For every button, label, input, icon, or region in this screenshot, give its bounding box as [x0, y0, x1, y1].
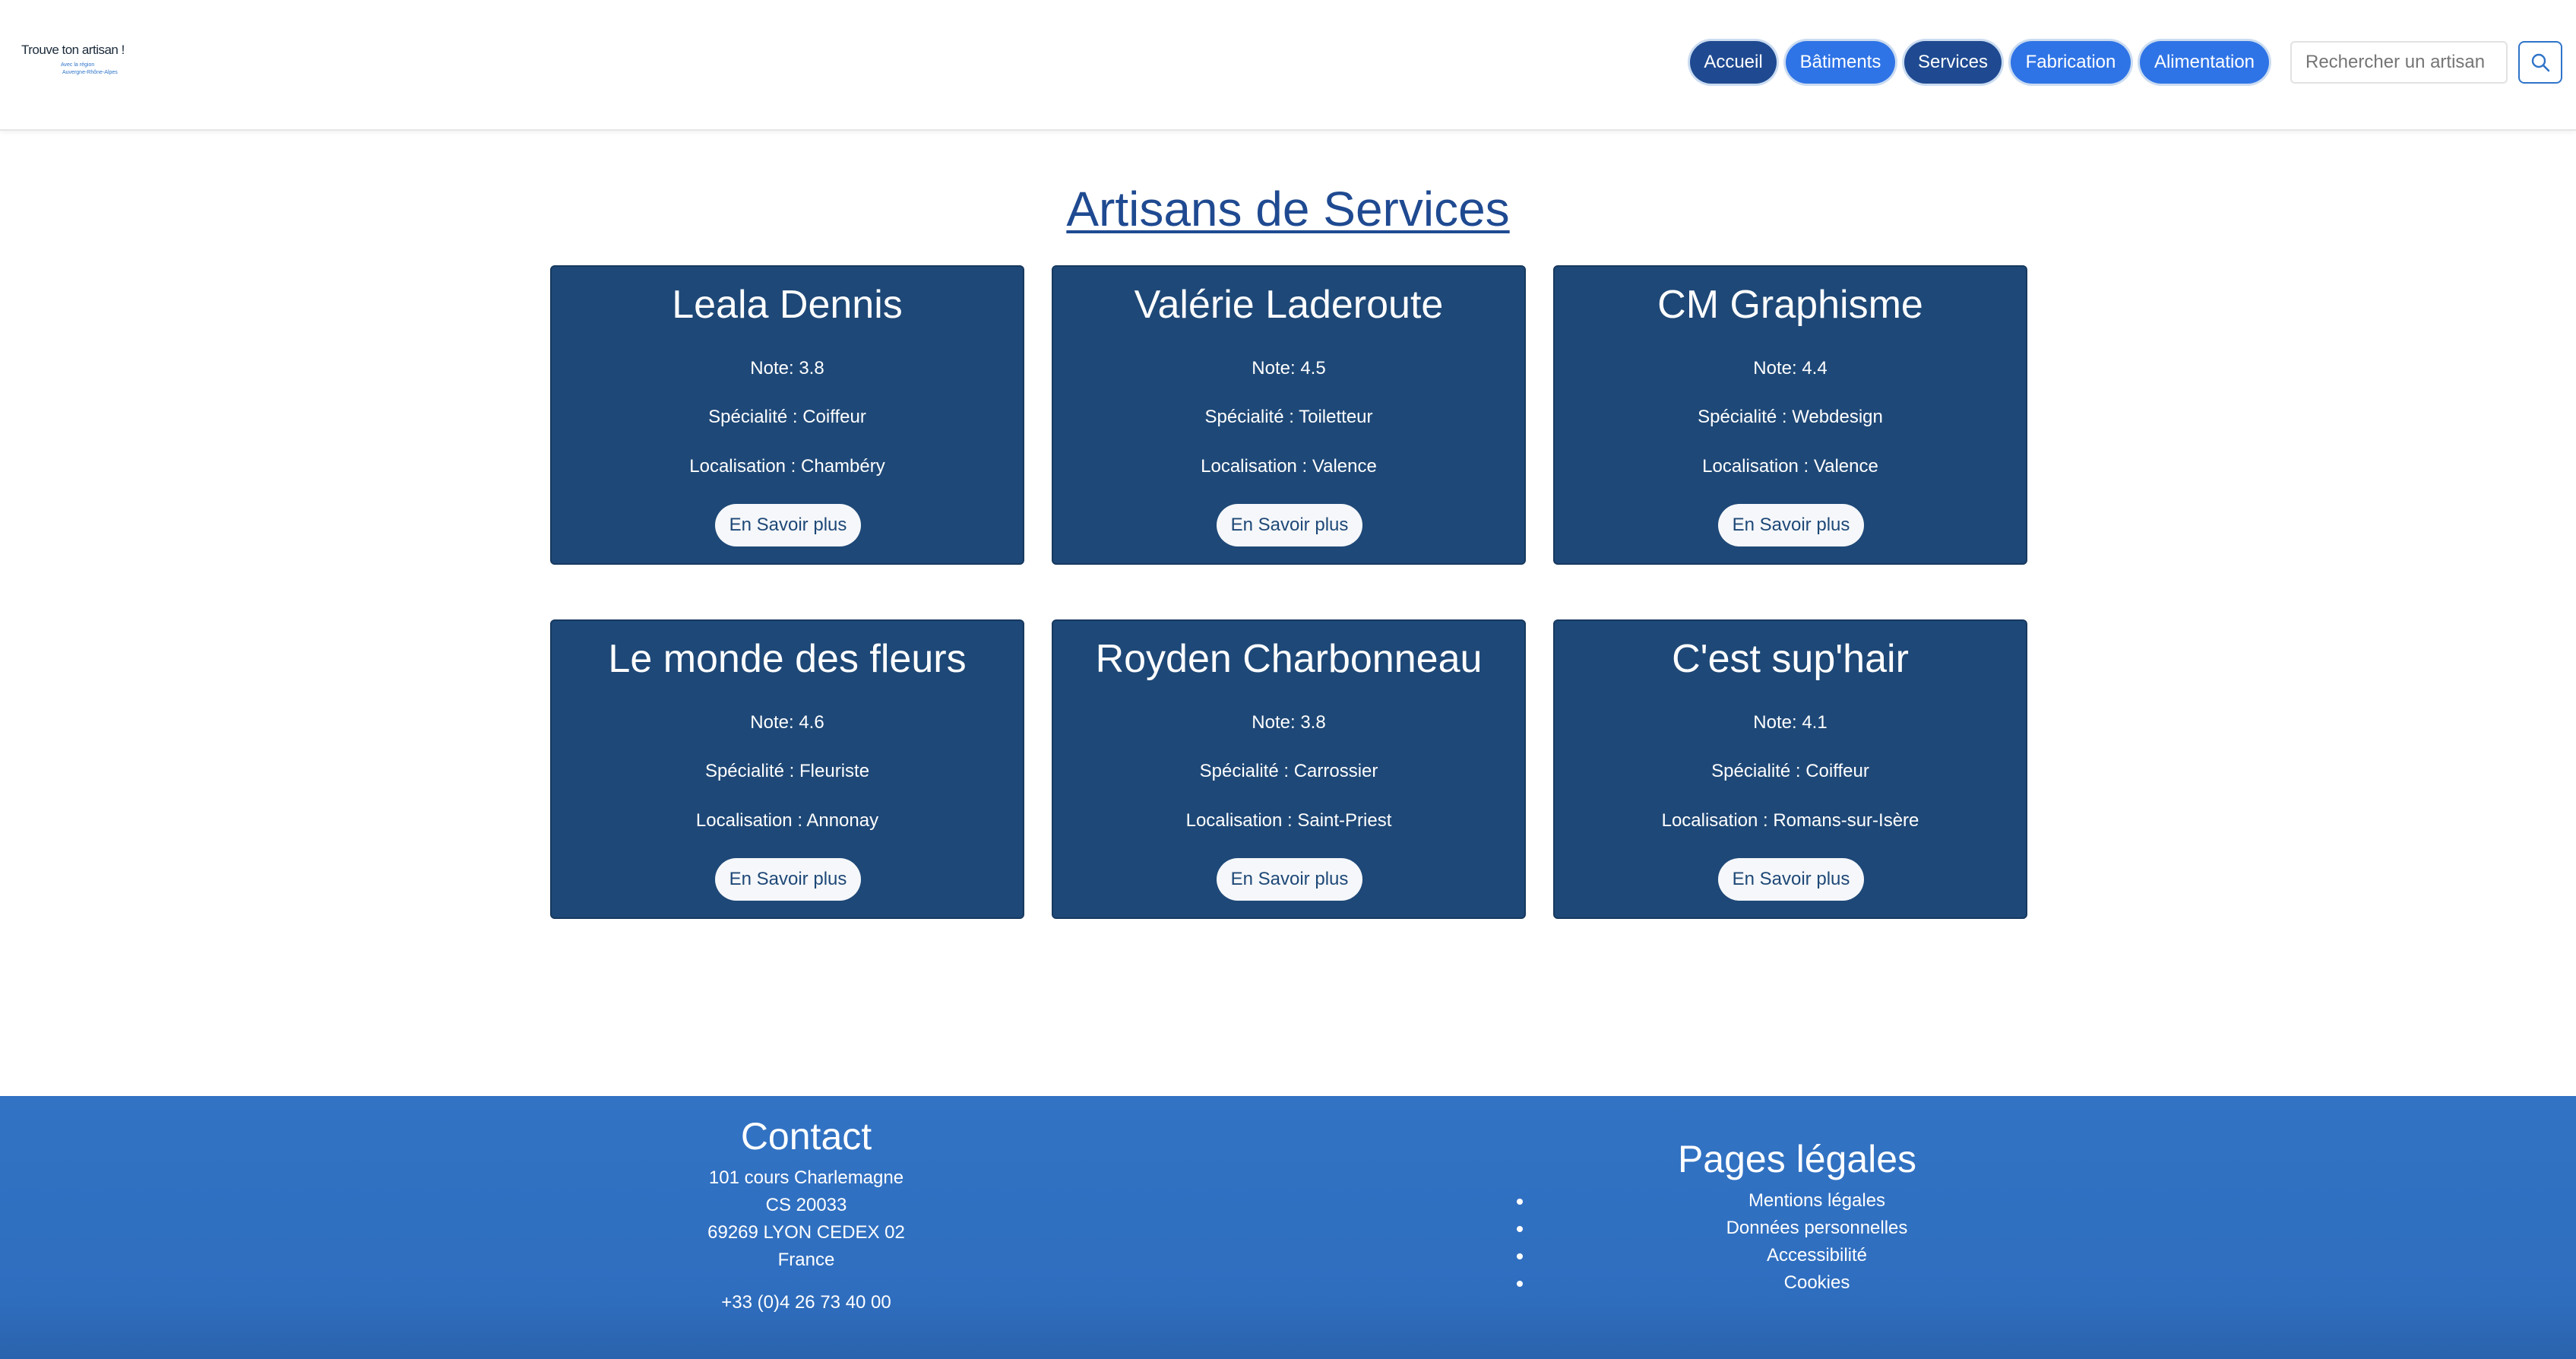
artisan-name: Leala Dennis [672, 283, 903, 327]
search-icon [2531, 53, 2550, 72]
artisan-card: Leala Dennis Note: 3.8 Spécialité : Coif… [550, 265, 1024, 565]
legal-link-cookies[interactable]: Cookies [1784, 1272, 1850, 1293]
artisan-note: Note: 4.4 [1753, 358, 1828, 379]
legal-section: Pages légales Mentions légales Données p… [1505, 1137, 2082, 1297]
legal-title: Pages légales [1677, 1138, 1917, 1180]
artisan-localisation: Localisation : Chambéry [689, 456, 885, 477]
artisan-note: Note: 4.6 [750, 712, 824, 733]
bullet-icon [1517, 1281, 1523, 1287]
legal-link-item: Mentions légales [1505, 1187, 2082, 1215]
artisan-specialite: Spécialité : Coiffeur [1711, 761, 1869, 781]
artisan-note: Note: 4.1 [1753, 712, 1828, 733]
bullet-icon [1517, 1226, 1523, 1232]
nav-item-fabrication[interactable]: Fabrication [2011, 41, 2131, 84]
artisan-note: Note: 3.8 [1252, 712, 1326, 733]
artisan-specialite: Spécialité : Fleuriste [704, 761, 870, 781]
en-savoir-plus-button[interactable]: En Savoir plus [1718, 858, 1864, 901]
nav-item-accueil[interactable]: Accueil [1690, 41, 1777, 84]
artisan-card: Royden Charbonneau Note: 3.8 Spécialité … [1052, 619, 1526, 919]
artisan-note: Note: 3.8 [750, 358, 824, 379]
address-line: France [777, 1250, 835, 1270]
address-line: CS 20033 [765, 1195, 847, 1215]
nav-item-alimentation[interactable]: Alimentation [2140, 41, 2269, 84]
logo-subtitle-line1: Avec la région [61, 62, 95, 68]
bullet-icon [1517, 1253, 1523, 1259]
artisan-note: Note: 4.5 [1252, 358, 1326, 379]
artisan-name: Royden Charbonneau [1095, 637, 1483, 681]
contact-section: Contact 101 cours Charlemagne CS 20033 6… [654, 1114, 958, 1313]
logo-subtitle-line2: Auvergne-Rhône-Alpes [62, 70, 118, 75]
en-savoir-plus-button[interactable]: En Savoir plus [715, 504, 861, 546]
nav-item-label: Accueil [1704, 52, 1763, 72]
address-line: 101 cours Charlemagne [708, 1167, 904, 1188]
contact-phone: +33 (0)4 26 73 40 00 [721, 1292, 891, 1313]
en-savoir-plus-button[interactable]: En Savoir plus [1217, 858, 1362, 901]
site-footer: Contact 101 cours Charlemagne CS 20033 6… [0, 1096, 2576, 1359]
nav-item-label: Fabrication [2025, 52, 2116, 72]
artisan-localisation: Localisation : Valence [1702, 456, 1878, 477]
page-title[interactable]: Artisans de Services [0, 181, 2576, 237]
contact-address: 101 cours Charlemagne CS 20033 69269 LYO… [654, 1164, 958, 1274]
contact-title: Contact [740, 1115, 872, 1158]
artisan-card: Le monde des fleurs Note: 4.6 Spécialité… [550, 619, 1024, 919]
artisan-localisation: Localisation : Annonay [695, 810, 879, 831]
bullet-icon [1517, 1199, 1523, 1205]
artisan-card: CM Graphisme Note: 4.4 Spécialité : Webd… [1553, 265, 2027, 565]
en-savoir-plus-button[interactable]: En Savoir plus [715, 858, 861, 901]
artisan-localisation: Localisation : Saint-Priest [1185, 810, 1392, 831]
nav-item-label: Bâtiments [1799, 52, 1881, 72]
artisan-name: Le monde des fleurs [608, 637, 967, 681]
search-button[interactable] [2518, 41, 2562, 84]
artisan-specialite: Spécialité : Carrossier [1199, 761, 1378, 781]
nav-item-label: Alimentation [2154, 52, 2255, 72]
en-savoir-plus-button[interactable]: En Savoir plus [1718, 504, 1864, 546]
legal-link-donnees[interactable]: Données personnelles [1726, 1218, 1908, 1238]
search-input[interactable] [2290, 41, 2508, 84]
artisan-name: C'est sup'hair [1672, 637, 1909, 681]
artisan-name: Valérie Laderoute [1134, 283, 1444, 327]
artisan-localisation: Localisation : Romans-sur-Isère [1661, 810, 1919, 831]
site-logo[interactable]: Trouve ton artisan ! Avec la région Auve… [21, 43, 125, 82]
nav-item-label: Services [1917, 52, 1989, 72]
en-savoir-plus-button[interactable]: En Savoir plus [1217, 504, 1362, 546]
legal-link-mentions[interactable]: Mentions légales [1748, 1190, 1885, 1211]
legal-link-item: Accessibilité [1505, 1242, 2082, 1269]
artisan-localisation: Localisation : Valence [1201, 456, 1377, 477]
logo-title: Trouve ton artisan ! [21, 43, 125, 57]
artisan-card: C'est sup'hair Note: 4.1 Spécialité : Co… [1553, 619, 2027, 919]
artisan-specialite: Spécialité : Toiletteur [1204, 407, 1373, 427]
artisan-name: CM Graphisme [1657, 283, 1923, 327]
artisan-specialite: Spécialité : Webdesign [1698, 407, 1883, 427]
nav-item-services[interactable]: Services [1904, 41, 2002, 84]
site-header: Trouve ton artisan ! Avec la région Auve… [0, 0, 2576, 131]
legal-link-item: Cookies [1505, 1269, 2082, 1297]
artisan-specialite: Spécialité : Coiffeur [708, 407, 866, 427]
nav-item-batiments[interactable]: Bâtiments [1786, 41, 1895, 84]
legal-link-accessibilite[interactable]: Accessibilité [1767, 1245, 1867, 1266]
artisan-card: Valérie Laderoute Note: 4.5 Spécialité :… [1052, 265, 1526, 565]
legal-links: Mentions légales Données personnelles Ac… [1505, 1187, 2082, 1297]
legal-link-item: Données personnelles [1505, 1215, 2082, 1242]
address-line: 69269 LYON CEDEX 02 [707, 1222, 905, 1243]
main-nav: Accueil Bâtiments Services Fabrication A… [1690, 41, 2269, 84]
